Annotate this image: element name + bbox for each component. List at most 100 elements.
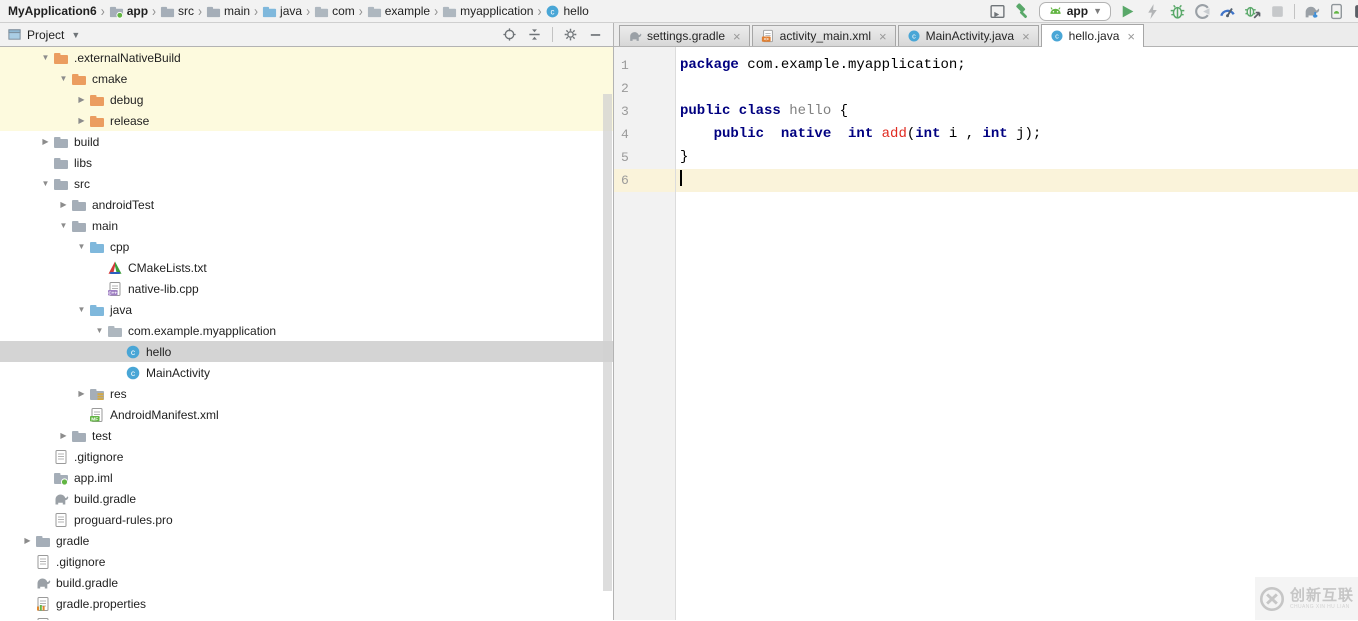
apply-changes-lightning-icon[interactable] — [1144, 3, 1161, 20]
tree-item-partial[interactable] — [0, 614, 613, 620]
breadcrumb-item-java[interactable]: java — [260, 4, 304, 19]
breadcrumb-item-app[interactable]: app — [107, 4, 150, 19]
locate-icon[interactable] — [502, 27, 517, 42]
code-editor[interactable]: 123456 package com.example.myapplication… — [614, 47, 1358, 620]
expand-arrow-closed[interactable]: ▶ — [74, 95, 89, 104]
expand-arrow-closed[interactable]: ▶ — [74, 116, 89, 125]
folder-blue-icon — [262, 4, 277, 19]
tree-item-main[interactable]: ▼main — [0, 215, 613, 236]
tree-item-gradle[interactable]: ▶gradle — [0, 530, 613, 551]
expand-arrow-open[interactable]: ▼ — [74, 242, 89, 251]
tree-item-gradle-properties[interactable]: gradle.properties — [0, 593, 613, 614]
cmake-icon — [107, 260, 123, 276]
android-profiler-icon[interactable] — [1219, 3, 1236, 20]
tree-item-cmakelists-txt[interactable]: CMakeLists.txt — [0, 257, 613, 278]
editor-code-area[interactable]: package com.example.myapplication; public… — [676, 47, 1358, 620]
line-number: 1 — [614, 54, 675, 77]
tree-item-cpp[interactable]: ▼cpp — [0, 236, 613, 257]
breadcrumb-item-myapplication[interactable]: myapplication — [440, 4, 535, 19]
code-line-2[interactable] — [676, 77, 1358, 100]
tree-item-native-lib-cpp[interactable]: C++native-lib.cpp — [0, 278, 613, 299]
run-configuration-dropdown[interactable]: app▼ — [1039, 2, 1111, 21]
tree-item-cmake[interactable]: ▼cmake — [0, 68, 613, 89]
tree-item-label: gradle.properties — [56, 597, 146, 611]
folder-orange-icon — [89, 113, 105, 129]
gradle-sync-elephant-icon[interactable] — [1303, 3, 1320, 20]
sdk-manager-partial-icon[interactable] — [1353, 3, 1358, 20]
tree-item-proguard-rules-pro[interactable]: proguard-rules.pro — [0, 509, 613, 530]
tree-item-src[interactable]: ▼src — [0, 173, 613, 194]
tree-item-androidmanifest-xml[interactable]: MFAndroidManifest.xml — [0, 404, 613, 425]
tree-item-build-gradle[interactable]: build.gradle — [0, 488, 613, 509]
breadcrumb-item-myapplication6[interactable]: MyApplication6 — [6, 4, 99, 18]
chevron-down-icon[interactable]: ▼ — [71, 30, 80, 40]
tab-settings-gradle[interactable]: settings.gradle× — [619, 25, 750, 46]
tree-item-mainactivity[interactable]: cMainActivity — [0, 362, 613, 383]
tree-item-build-gradle[interactable]: build.gradle — [0, 572, 613, 593]
close-tab-icon[interactable]: × — [1022, 30, 1030, 43]
tree-item-gitignore[interactable]: .gitignore — [0, 551, 613, 572]
expand-arrow-closed[interactable]: ▶ — [20, 536, 35, 545]
expand-arrow-open[interactable]: ▼ — [38, 179, 53, 188]
project-tree-scrollbar[interactable] — [603, 94, 612, 591]
run-play-icon[interactable] — [1119, 3, 1136, 20]
stop-icon[interactable] — [1269, 3, 1286, 20]
close-tab-icon[interactable]: × — [733, 30, 741, 43]
toolwindow-toggle-icon[interactable] — [989, 3, 1006, 20]
expand-arrow-closed[interactable]: ▶ — [56, 200, 71, 209]
module-folder-icon — [53, 470, 69, 486]
expand-arrow-open[interactable]: ▼ — [38, 53, 53, 62]
tree-item-com-example-myapplication[interactable]: ▼com.example.myapplication — [0, 320, 613, 341]
code-line-3[interactable]: public class hello { — [676, 100, 1358, 123]
tree-item-app-iml[interactable]: app.iml — [0, 467, 613, 488]
tree-item-gitignore[interactable]: .gitignore — [0, 446, 613, 467]
tab-hello-java[interactable]: chello.java× — [1041, 24, 1144, 47]
debug-bug-icon[interactable] — [1169, 3, 1186, 20]
debug-attach-process-icon[interactable] — [1244, 3, 1261, 20]
code-line-4[interactable]: public native int add(int i , int j); — [676, 123, 1358, 146]
code-line-6[interactable] — [676, 169, 1358, 192]
code-line-1[interactable]: package com.example.myapplication; — [676, 54, 1358, 77]
close-tab-icon[interactable]: × — [879, 30, 887, 43]
tab-mainactivity-java[interactable]: cMainActivity.java× — [898, 25, 1039, 46]
breadcrumb-item-main[interactable]: main — [204, 4, 252, 19]
line-number: 6 — [614, 169, 675, 192]
attach-debugger-icon[interactable] — [1194, 3, 1211, 20]
tree-item-label: .gitignore — [74, 450, 123, 464]
tree-item-build[interactable]: ▶build — [0, 131, 613, 152]
breadcrumb-item-example[interactable]: example — [365, 4, 432, 19]
expand-arrow-closed[interactable]: ▶ — [74, 389, 89, 398]
expand-arrow-closed[interactable]: ▶ — [38, 137, 53, 146]
collapse-all-icon[interactable] — [527, 27, 542, 42]
breadcrumb-item-hello[interactable]: chello — [543, 4, 590, 19]
build-hammer-icon[interactable] — [1014, 3, 1031, 20]
expand-arrow-closed[interactable]: ▶ — [56, 431, 71, 440]
tree-item-hello[interactable]: chello — [0, 341, 613, 362]
header-separator — [552, 27, 553, 42]
code-token: j); — [1008, 126, 1042, 142]
tree-item-debug[interactable]: ▶debug — [0, 89, 613, 110]
breadcrumb-item-com[interactable]: com — [312, 4, 357, 19]
expand-arrow-open[interactable]: ▼ — [56, 221, 71, 230]
project-panel-title: Project — [27, 28, 64, 42]
tab-activity-main-xml[interactable]: <>activity_main.xml× — [752, 25, 896, 46]
hide-minus-icon[interactable] — [588, 27, 603, 42]
tree-item-java[interactable]: ▼java — [0, 299, 613, 320]
close-tab-icon[interactable]: × — [1127, 30, 1135, 43]
expand-arrow-open[interactable]: ▼ — [56, 74, 71, 83]
line-number: 5 — [614, 146, 675, 169]
code-line-5[interactable]: } — [676, 146, 1358, 169]
tree-item-release[interactable]: ▶release — [0, 110, 613, 131]
tree-item-androidtest[interactable]: ▶androidTest — [0, 194, 613, 215]
breadcrumb-item-src[interactable]: src — [158, 4, 196, 19]
tree-item-libs[interactable]: libs — [0, 152, 613, 173]
avd-manager-icon[interactable] — [1328, 3, 1345, 20]
tree-item-res[interactable]: ▶res — [0, 383, 613, 404]
settings-gear-icon[interactable] — [563, 27, 578, 42]
tree-item-externalnativebuild[interactable]: ▼.externalNativeBuild — [0, 47, 613, 68]
svg-text:c: c — [551, 7, 555, 16]
editor-tab-bar: settings.gradle×<>activity_main.xml×cMai… — [614, 23, 1358, 46]
expand-arrow-open[interactable]: ▼ — [74, 305, 89, 314]
tree-item-test[interactable]: ▶test — [0, 425, 613, 446]
expand-arrow-open[interactable]: ▼ — [92, 326, 107, 335]
